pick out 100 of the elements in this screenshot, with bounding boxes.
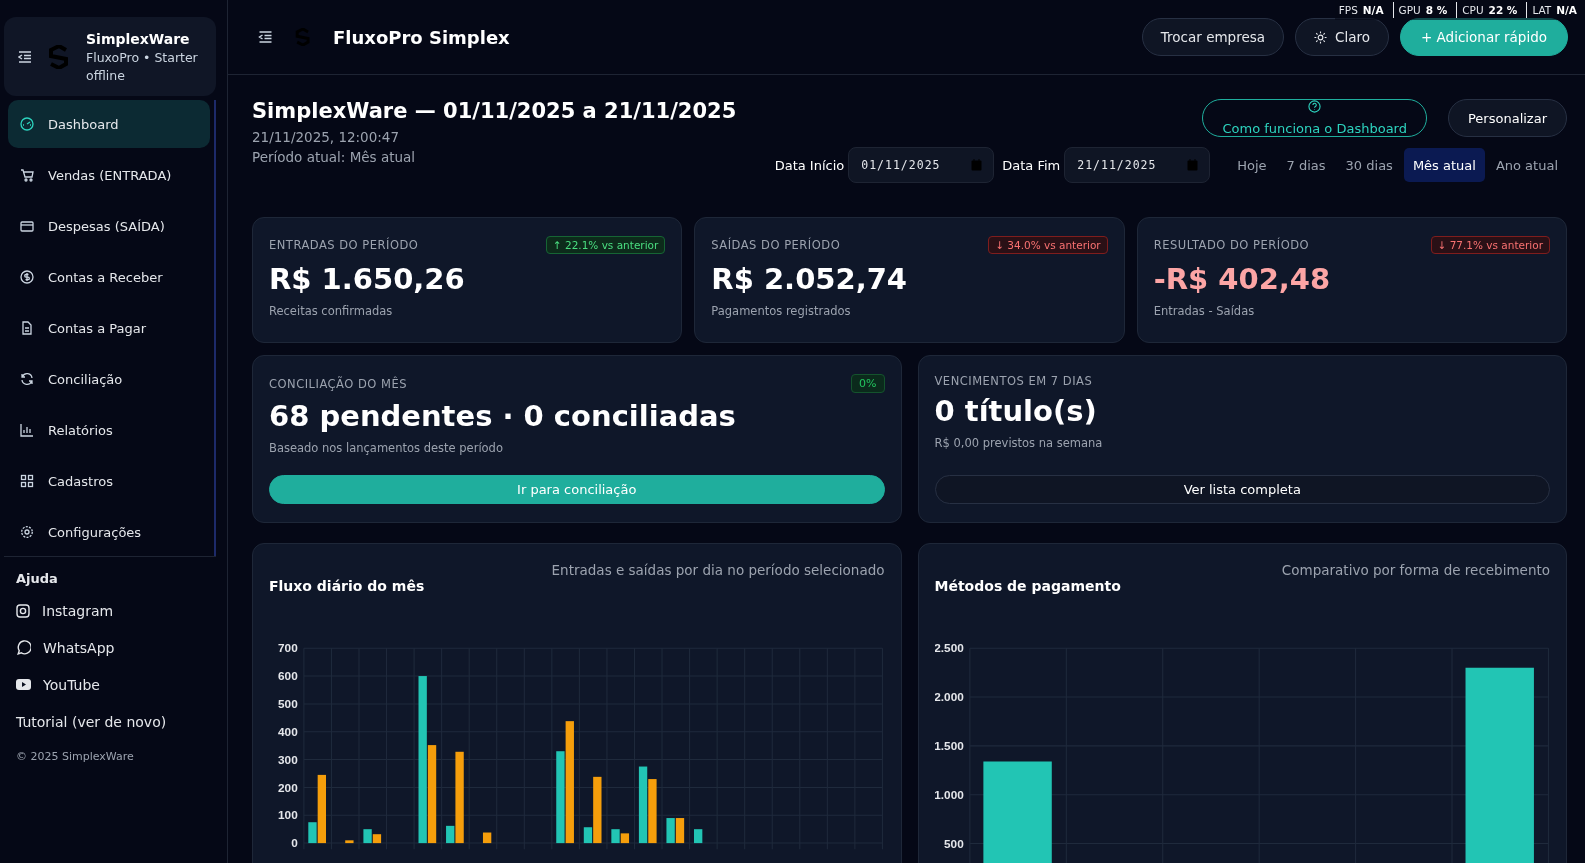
bar: [345, 840, 354, 844]
metric-label: LAT: [1532, 4, 1552, 16]
grid-icon: [20, 474, 34, 488]
chart-subtitle: Entradas e saídas por dia no período selecionado: [551, 562, 885, 578]
metric-value: N/A: [1362, 4, 1384, 16]
axis-tick-label: 0: [291, 836, 298, 850]
app-title: FluxoPro Simplex: [333, 26, 510, 48]
sun-icon: [1314, 30, 1328, 44]
axis-tick-label: 600: [278, 669, 298, 683]
summary-value: 0 título(s): [934, 394, 1098, 428]
summary-value: 68 pendentes · 0 conciliadas: [269, 399, 737, 433]
theme-toggle-button[interactable]: Claro: [1295, 18, 1389, 56]
help-link[interactable]: WhatsApp: [16, 629, 216, 666]
metric-label: FPS: [1338, 4, 1358, 16]
refresh-icon: [20, 372, 34, 386]
date-label: Data Fim: [1002, 157, 1061, 173]
bar: [648, 779, 657, 844]
copyright-text: © 2025 SimplexWare: [16, 750, 135, 763]
axis-tick-label: 2.500: [934, 641, 964, 655]
cart-icon: [20, 168, 34, 182]
metric-label: CPU: [1462, 4, 1484, 16]
brand-name: SimplexWare: [86, 31, 191, 47]
help-link[interactable]: YouTube: [16, 666, 216, 703]
range-tab[interactable]: 7 dias: [1277, 148, 1335, 182]
trend-badge: ↑ 22.1% vs anterior: [545, 236, 666, 254]
bar: [482, 832, 492, 844]
bar: [666, 818, 675, 844]
whatsapp-icon: [16, 640, 31, 655]
status-label: offline: [86, 68, 126, 83]
bar-chart-icon: [20, 423, 34, 437]
date-field[interactable]: 01/11/2025: [848, 147, 995, 183]
help-heading: Ajuda: [16, 571, 59, 586]
youtube-icon: [16, 679, 31, 690]
nav-item[interactable]: Relatórios: [8, 406, 210, 454]
nav-item[interactable]: Despesas (SAÍDA): [8, 202, 210, 250]
axis-tick-label: 300: [278, 752, 298, 766]
range-tab[interactable]: Ano atual: [1486, 148, 1567, 182]
menu-icon[interactable]: [18, 51, 32, 63]
nav-item[interactable]: Cadastros: [8, 457, 210, 505]
axis-tick-label: 400: [278, 724, 298, 738]
page-title: SimplexWare — 01/11/2025 a 21/11/2025: [252, 99, 737, 123]
axis-tick-label: 100: [278, 808, 298, 822]
chart-title: Fluxo diário do mês: [269, 578, 426, 594]
nav-item[interactable]: Conciliação: [8, 355, 210, 403]
summary-caption: R$ 0,00 previstos na semana: [934, 436, 1104, 450]
gauge-icon: [20, 117, 34, 131]
credit-card-icon: [20, 219, 34, 233]
nav-item[interactable]: Dashboard: [8, 100, 210, 148]
axis-tick-label: 500: [278, 697, 298, 710]
stat-caption: Entradas - Saídas: [1153, 304, 1256, 318]
view-list-button[interactable]: Ver lista completa: [934, 475, 1550, 504]
nav-item[interactable]: Vendas (ENTRADA): [8, 151, 210, 199]
metric-value: 8 %: [1425, 4, 1448, 16]
help-link[interactable]: Tutorial (ver de novo): [16, 703, 216, 740]
range-tab[interactable]: Mês atual: [1403, 148, 1485, 182]
metric-value: N/A: [1556, 4, 1577, 16]
header-button[interactable]: Trocar empresa: [1141, 18, 1285, 56]
bar: [694, 829, 703, 844]
metric-label: GPU: [1398, 4, 1421, 16]
chart-title: Métodos de pagamento: [934, 578, 1122, 594]
axis-tick-label: 500: [943, 836, 964, 850]
dollar-coin-icon: [20, 270, 34, 284]
stat-caption: Receitas confirmadas: [269, 304, 394, 318]
customize-button[interactable]: Personalizar: [1448, 99, 1567, 137]
range-tab[interactable]: 30 dias: [1336, 148, 1402, 182]
percent-badge: 0%: [851, 374, 885, 393]
bar: [620, 833, 630, 844]
axis-tick-label: 200: [278, 780, 298, 794]
card-label: SAÍDAS DO PERÍODO: [711, 238, 841, 252]
date-label: Data Início: [774, 157, 845, 173]
menu-icon[interactable]: [258, 31, 273, 43]
nav-item[interactable]: Contas a Pagar: [8, 304, 210, 352]
logo-icon: [48, 45, 70, 69]
stat-caption: Pagamentos registrados: [711, 304, 852, 318]
axis-tick-label: 2.000: [934, 690, 964, 704]
stat-value: -R$ 402,48: [1153, 262, 1332, 296]
help-link[interactable]: Instagram: [16, 592, 216, 629]
card-label: CONCILIAÇÃO DO MÊS: [269, 376, 408, 391]
document-icon: [20, 321, 34, 335]
plan-label: FluxoPro • Starter: [86, 50, 198, 65]
range-tab[interactable]: Hoje: [1228, 148, 1276, 182]
trend-badge: ↓ 34.0% vs anterior: [988, 236, 1108, 254]
help-icon: [1308, 100, 1322, 113]
stat-value: R$ 2.052,74: [711, 262, 909, 296]
nav-item[interactable]: Configurações: [8, 508, 210, 556]
card-label: RESULTADO DO PERÍODO: [1153, 238, 1310, 252]
stat-value: R$ 1.650,26: [269, 262, 466, 296]
bar: [611, 829, 620, 844]
axis-tick-label: 700: [278, 641, 298, 655]
card-label: VENCIMENTOS EM 7 DIAS: [934, 374, 1093, 388]
chart-subtitle: Comparativo por forma de recebimento: [1281, 562, 1550, 578]
nav-item[interactable]: Contas a Receber: [8, 253, 210, 301]
summary-caption: Baseado nos lançamentos deste período: [269, 441, 504, 455]
period-text: Período atual: Mês atual: [252, 149, 417, 165]
axis-tick-label: 1.000: [934, 787, 964, 801]
instagram-icon: [16, 603, 30, 618]
timestamp-text: 21/11/2025, 12:00:47: [252, 129, 401, 145]
date-field[interactable]: 21/11/2025: [1064, 147, 1211, 183]
bar: [675, 818, 685, 844]
metric-value: 22 %: [1488, 4, 1518, 16]
